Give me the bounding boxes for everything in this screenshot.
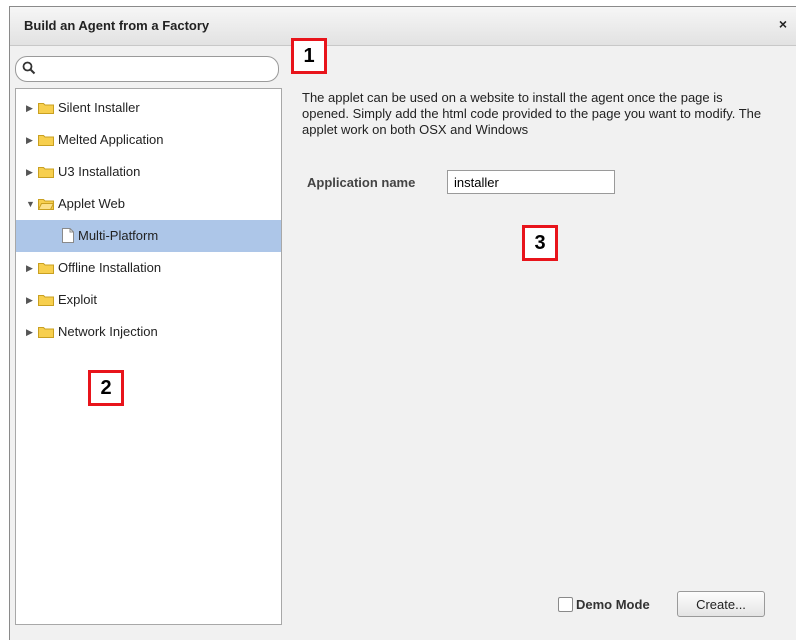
expand-arrow-icon[interactable]: ▶ bbox=[26, 167, 36, 177]
callout-marker-1: 1 bbox=[291, 38, 327, 74]
expand-arrow-icon[interactable]: ▶ bbox=[26, 135, 36, 145]
folder-icon bbox=[38, 135, 54, 146]
title-bar: Build an Agent from a Factory × bbox=[10, 7, 796, 46]
tree-item-label: Silent Installer bbox=[58, 100, 140, 115]
close-button[interactable]: × bbox=[775, 16, 791, 34]
application-name-input[interactable] bbox=[447, 170, 615, 194]
demo-mode-checkbox[interactable] bbox=[558, 597, 573, 612]
tree-item-label: Melted Application bbox=[58, 132, 164, 147]
tree-item-label: U3 Installation bbox=[58, 164, 141, 179]
search-icon bbox=[22, 61, 36, 75]
folder-icon bbox=[38, 103, 54, 114]
search-input[interactable] bbox=[40, 60, 272, 78]
demo-mode-label: Demo Mode bbox=[576, 597, 650, 612]
factory-description: The applet can be used on a website to i… bbox=[302, 90, 762, 137]
tree-item-u3-installation[interactable]: ▶ U3 Installation bbox=[16, 156, 281, 188]
tree-item-label: Network Injection bbox=[58, 324, 158, 339]
tree-item-melted-application[interactable]: ▶ Melted Application bbox=[16, 124, 281, 156]
tree-item-multi-platform[interactable]: Multi-Platform bbox=[16, 220, 281, 252]
expand-arrow-icon[interactable]: ▶ bbox=[26, 327, 36, 337]
callout-marker-3: 3 bbox=[522, 225, 558, 261]
create-button[interactable]: Create... bbox=[677, 591, 765, 617]
folder-icon bbox=[38, 327, 54, 338]
file-icon bbox=[62, 228, 74, 243]
tree-item-label: Applet Web bbox=[58, 196, 125, 211]
factory-tree: ▶ Silent Installer ▶ Melted Application … bbox=[15, 88, 282, 625]
dialog-title: Build an Agent from a Factory bbox=[24, 18, 210, 33]
callout-marker-2: 2 bbox=[88, 370, 124, 406]
tree-item-label: Exploit bbox=[58, 292, 98, 307]
folder-icon bbox=[38, 167, 54, 178]
expand-arrow-icon[interactable]: ▶ bbox=[26, 295, 36, 305]
open-folder-icon bbox=[38, 199, 54, 210]
search-field[interactable] bbox=[15, 56, 279, 82]
tree-item-applet-web[interactable]: ▼ Applet Web bbox=[16, 188, 281, 220]
tree-item-label: Multi-Platform bbox=[78, 228, 159, 243]
folder-icon bbox=[38, 263, 54, 274]
folder-icon bbox=[38, 295, 54, 306]
application-name-label: Application name bbox=[307, 175, 416, 190]
tree-item-exploit[interactable]: ▶ Exploit bbox=[16, 284, 281, 316]
expand-arrow-icon[interactable]: ▶ bbox=[26, 103, 36, 113]
tree-item-silent-installer[interactable]: ▶ Silent Installer bbox=[16, 92, 281, 124]
expand-arrow-icon[interactable]: ▶ bbox=[26, 263, 36, 273]
tree-item-offline-installation[interactable]: ▶ Offline Installation bbox=[16, 252, 281, 284]
tree-item-network-injection[interactable]: ▶ Network Injection bbox=[16, 316, 281, 348]
collapse-arrow-icon[interactable]: ▼ bbox=[26, 199, 36, 209]
tree-item-label: Offline Installation bbox=[58, 260, 162, 275]
